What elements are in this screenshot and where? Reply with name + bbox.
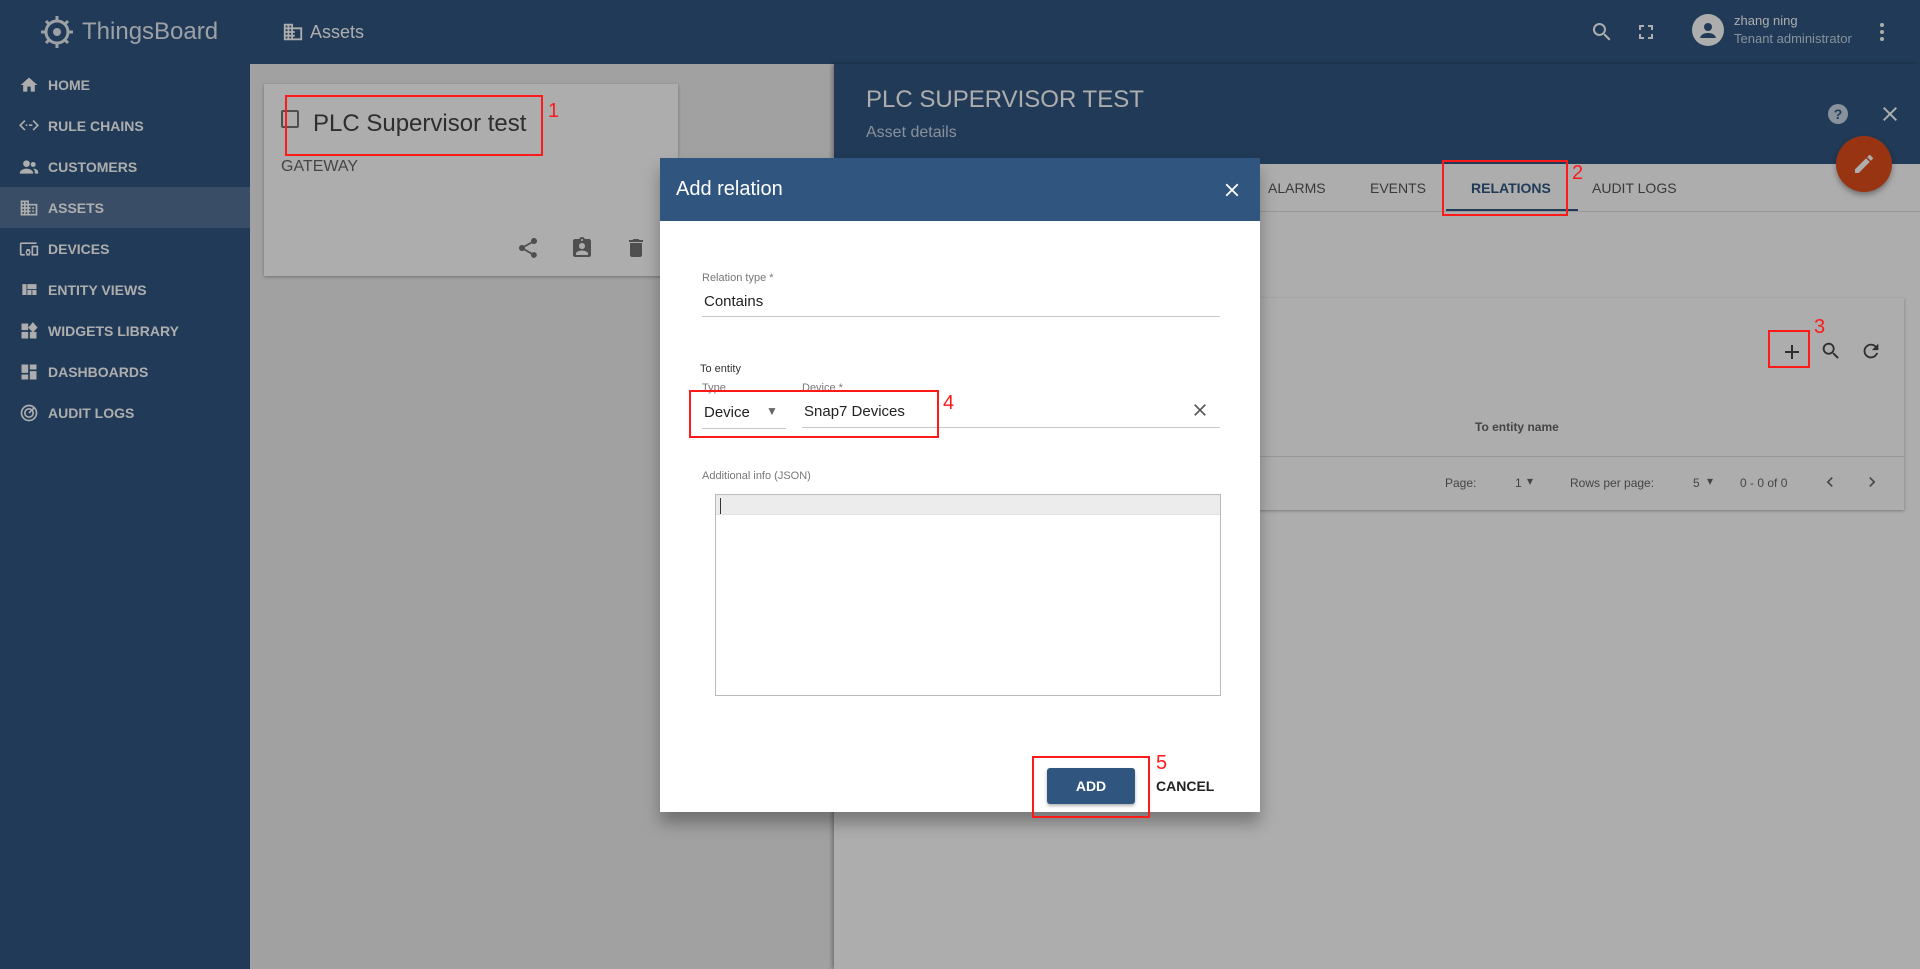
json-editor-active-line: [716, 495, 1220, 515]
text-cursor: [720, 498, 721, 514]
add-relation-dialog: Add relation Relation type * Contains To…: [660, 158, 1260, 812]
annotation-number-2: 2: [1572, 162, 1584, 184]
to-entity-label: To entity: [700, 363, 741, 375]
clear-icon[interactable]: [1190, 400, 1210, 425]
annotation-box-3: [1768, 330, 1810, 368]
annotation-box-5: [1032, 756, 1150, 818]
relation-type-underline: [702, 316, 1220, 317]
relation-type-input[interactable]: Contains: [704, 293, 763, 310]
annotation-box-2: [1442, 160, 1568, 216]
annotation-number-3: 3: [1814, 316, 1826, 338]
annotation-number-1: 1: [548, 100, 560, 122]
dialog-header: Add relation: [660, 158, 1260, 221]
annotation-box-4: [689, 390, 939, 438]
dialog-title: Add relation: [676, 178, 783, 200]
json-editor[interactable]: [715, 494, 1221, 696]
annotation-box-1: [285, 95, 543, 156]
annotation-number-4: 4: [943, 392, 955, 414]
relation-type-label: Relation type *: [702, 272, 774, 284]
additional-info-label: Additional info (JSON): [702, 470, 811, 482]
annotation-number-5: 5: [1156, 752, 1168, 774]
close-icon[interactable]: [1220, 178, 1244, 202]
